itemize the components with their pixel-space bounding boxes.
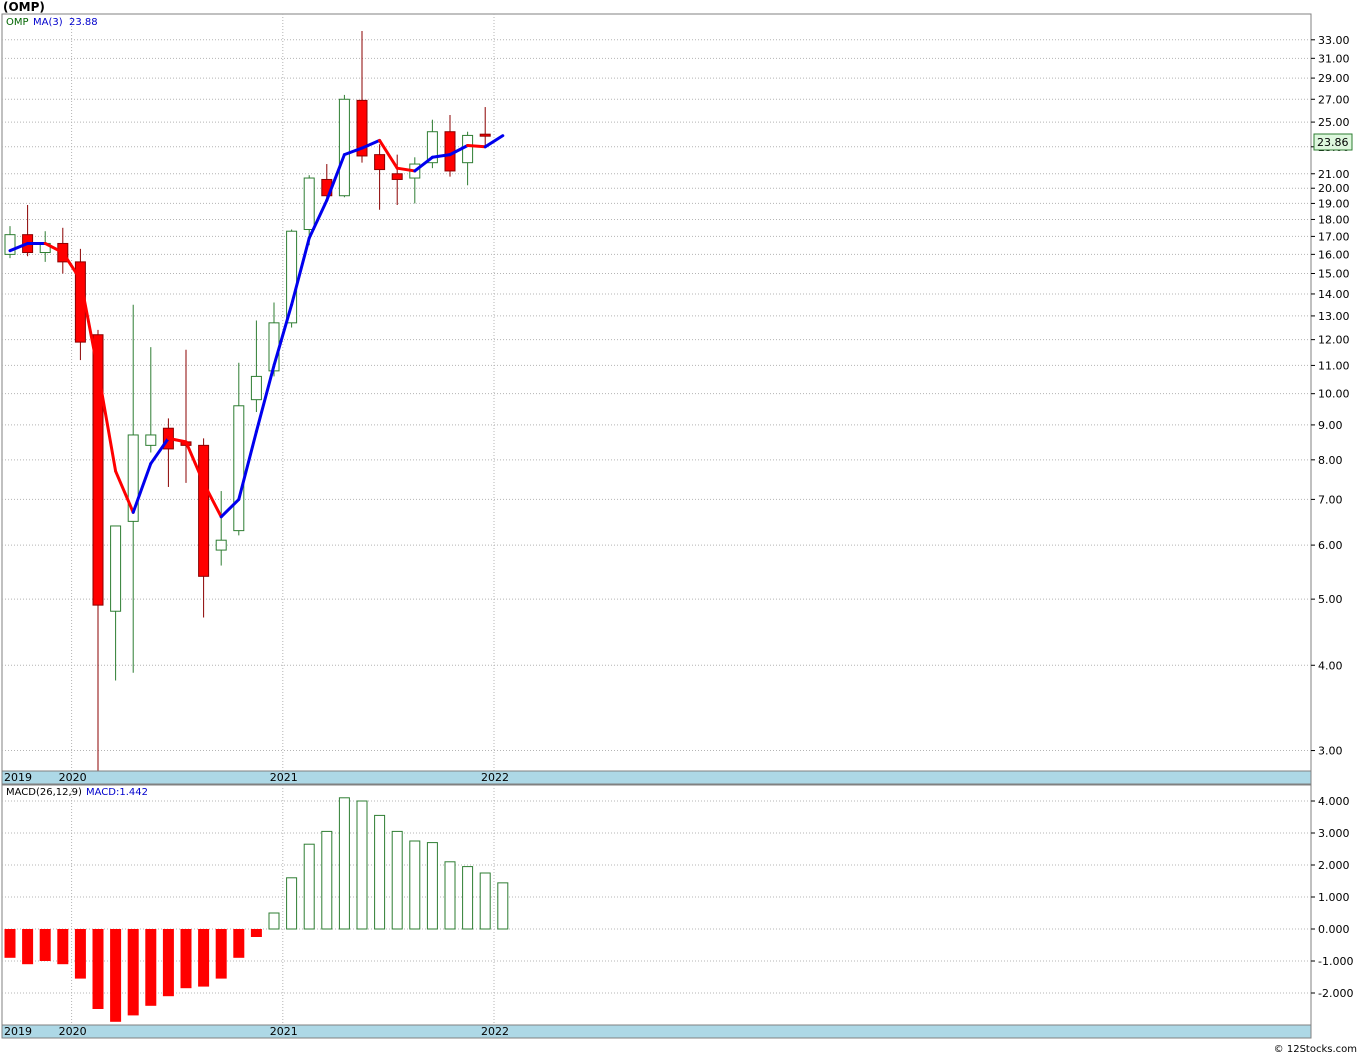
macd-bar: [268, 912, 280, 930]
macd-bar: [391, 830, 403, 930]
macd-panel: -2.000 -1.000 0.000 1.000 2.000 3.000 4.000 MA…: [1, 784, 1353, 1026]
price-y-tick-label: 16.00: [1318, 248, 1350, 261]
macd-bar: [215, 929, 227, 979]
last-price-tag: 23.86: [1313, 133, 1353, 151]
price-y-tick-label: 8.00: [1318, 454, 1343, 467]
price-x-tick-label: 2020: [59, 771, 87, 784]
macd-bar: [479, 872, 491, 930]
macd-bar: [444, 861, 456, 930]
price-y-tick-label: 13.00: [1318, 310, 1350, 323]
price-panel-border: [1, 13, 1312, 772]
macd-bar: [180, 929, 192, 989]
price-y-tick-label: 33.00: [1318, 34, 1350, 47]
macd-bar: [145, 929, 157, 1006]
price-y-tick-label: 11.00: [1318, 359, 1350, 372]
candle-body: [374, 154, 386, 171]
price-y-tick-label: 19.00: [1318, 197, 1350, 210]
price-y-tick-label: 9.00: [1318, 419, 1343, 432]
candle-body: [215, 539, 227, 551]
price-y-tick-label: 27.00: [1318, 93, 1350, 106]
price-x-tick-label: 2021: [270, 771, 298, 784]
candle-body: [479, 133, 491, 137]
macd-bar: [22, 929, 34, 965]
macd-bar: [286, 877, 298, 930]
macd-bar: [57, 929, 69, 965]
macd-y-tick-label: 0.000: [1318, 923, 1350, 936]
macd-bar: [426, 842, 438, 930]
macd-bar: [409, 840, 421, 930]
macd-bar: [338, 797, 350, 930]
price-y-tick-label: 4.00: [1318, 659, 1343, 672]
macd-x-tick-label: 2022: [481, 1025, 509, 1038]
price-x-tick-label: 2022: [481, 771, 509, 784]
candle-body: [110, 525, 122, 612]
price-y-tick-label: 14.00: [1318, 288, 1350, 301]
chart-canvas: (OMP) 3.00 4.00 5.00 6.00 7.00 8.00 9.00 10.00 1…: [0, 0, 1360, 1056]
macd-bar: [462, 866, 474, 930]
macd-bar: [110, 929, 122, 1022]
price-y-tick-label: 12.00: [1318, 334, 1350, 347]
candle-body: [338, 98, 350, 197]
price-y-tick-label: 31.00: [1318, 52, 1350, 65]
macd-bar: [198, 929, 210, 987]
price-y-tick-label: 25.00: [1318, 116, 1350, 129]
price-y-tick-label: 15.00: [1318, 267, 1350, 280]
price-x-tick-label: 2019: [4, 771, 32, 784]
macd-bar: [233, 929, 245, 958]
macd-bar: [162, 929, 174, 997]
macd-bar: [303, 843, 315, 930]
macd-bar: [4, 929, 16, 958]
price-y-tick-label: 6.00: [1318, 539, 1343, 552]
macd-bar: [497, 882, 509, 930]
macd-y-tick-label: 4.000: [1318, 795, 1350, 808]
macd-y-tick-label: 1.000: [1318, 891, 1350, 904]
macd-bar: [74, 929, 86, 979]
macd-bar: [374, 814, 386, 930]
candle-body: [198, 444, 210, 577]
ma-label: MA(3): [33, 17, 63, 28]
price-y-tick-label: 29.00: [1318, 72, 1350, 85]
macd-x-axis-band: [1, 1024, 1312, 1039]
price-y-tick-label: 20.00: [1318, 182, 1350, 195]
macd-panel-border: [1, 784, 1312, 1026]
price-y-tick-label: 5.00: [1318, 593, 1343, 606]
macd-bar: [92, 929, 104, 1009]
macd-value-label: MACD:1.442: [86, 787, 148, 798]
macd-x-tick-label: 2019: [4, 1025, 32, 1038]
candle-body: [145, 434, 157, 446]
price-y-tick-label: 21.00: [1318, 168, 1350, 181]
macd-bar: [321, 830, 333, 930]
chart-title: (OMP): [3, 0, 45, 14]
last-price-tag-text: 23.86: [1317, 136, 1349, 149]
watermark: © 12Stocks.com: [1274, 1044, 1357, 1055]
macd-bar: [39, 929, 51, 961]
macd-y-tick-label: 2.000: [1318, 859, 1350, 872]
macd-bar: [356, 800, 368, 930]
macd-label: MACD(26,12,9): [6, 787, 82, 798]
candle-body: [233, 405, 245, 532]
ma3-segment: [466, 144, 487, 149]
macd-y-tick-label: -1.000: [1318, 955, 1353, 968]
price-y-tick-label: 17.00: [1318, 230, 1350, 243]
candle-body: [462, 134, 474, 164]
price-y-tick-label: 10.00: [1318, 388, 1350, 401]
symbol-label: OMP: [6, 17, 29, 28]
price-x-axis-band: [1, 770, 1312, 785]
price-y-tick-label: 7.00: [1318, 493, 1343, 506]
macd-bar: [250, 929, 262, 937]
price-y-tick-label: 18.00: [1318, 213, 1350, 226]
macd-y-tick-label: 3.000: [1318, 827, 1350, 840]
macd-x-tick-label: 2021: [270, 1025, 298, 1038]
price-panel: 3.00 4.00 5.00 6.00 7.00 8.00 9.00 10.00 11.00 12…: [1, 13, 1353, 772]
macd-bar: [127, 929, 139, 1016]
candle-body: [303, 177, 315, 231]
macd-y-tick-label: -2.000: [1318, 987, 1353, 1000]
ma-value: 23.88: [69, 17, 98, 28]
candle-body: [391, 173, 403, 180]
candle-body: [250, 375, 262, 401]
macd-x-tick-label: 2020: [59, 1025, 87, 1038]
price-y-tick-label: 3.00: [1318, 745, 1343, 758]
